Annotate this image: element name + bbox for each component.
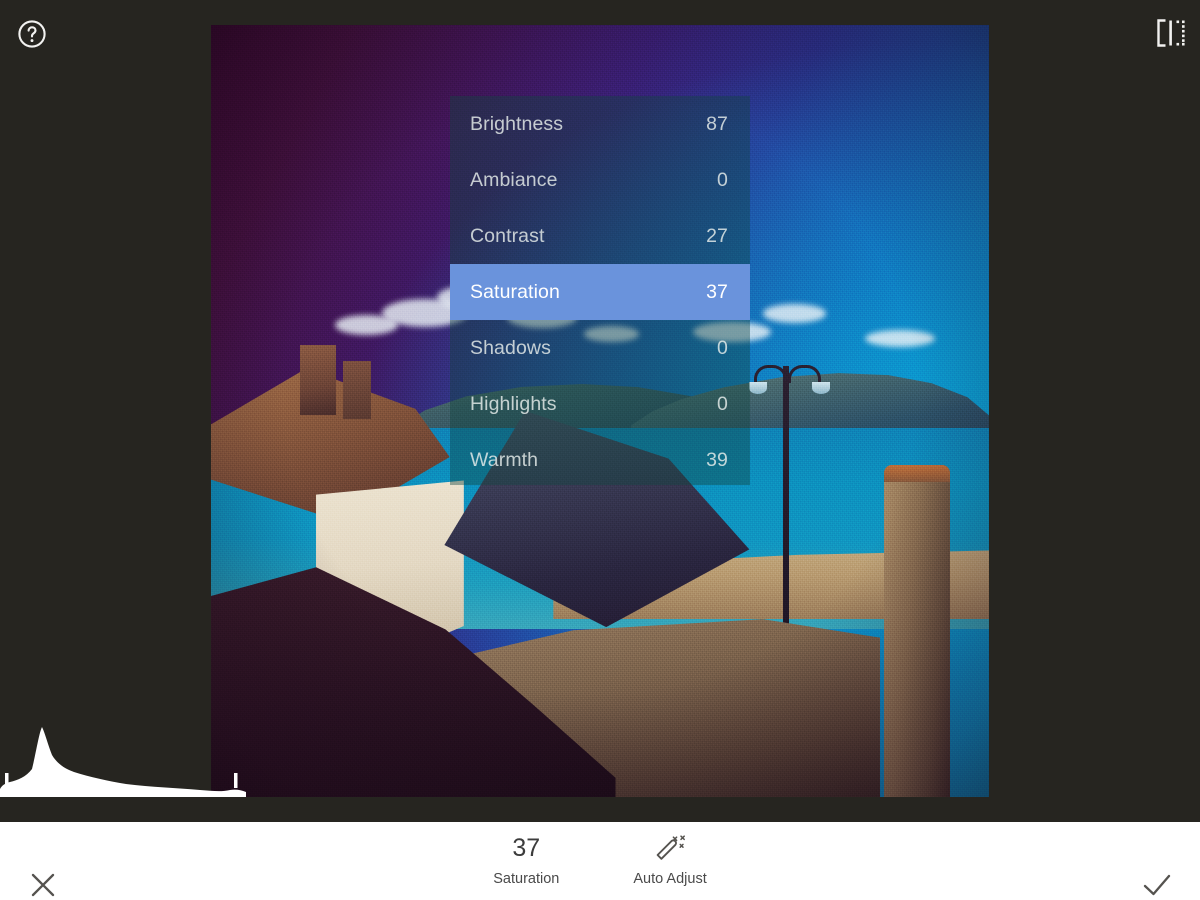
adjustment-label: Ambiance [470, 168, 558, 191]
adjustment-label: Contrast [470, 224, 545, 247]
adjustment-menu[interactable]: Brightness 87 Ambiance 0 Contrast 27 Saturatio… [450, 96, 750, 485]
adjustment-value: 37 [706, 280, 728, 303]
bottom-toolbar: 37 Saturation Auto Adjust [0, 822, 1200, 900]
bottom-center-group: 37 Saturation Auto Adjust [0, 822, 1200, 900]
adjustment-row-highlights[interactable]: Highlights 0 [450, 376, 750, 432]
magic-wand-icon-wrap [653, 835, 687, 861]
adjustment-row-contrast[interactable]: Contrast 27 [450, 208, 750, 264]
adjustment-label: Shadows [470, 336, 551, 359]
cloud [864, 329, 935, 347]
checkmark-icon [1143, 874, 1171, 896]
lamp-head-left [748, 381, 768, 394]
current-adjustment-readout[interactable]: 37 Saturation [493, 833, 560, 887]
adjustment-label: Saturation [470, 280, 560, 303]
adjustment-row-brightness[interactable]: Brightness 87 [450, 96, 750, 152]
lamp-arm-left [754, 364, 787, 384]
top-toolbar [0, 0, 1200, 70]
chimney [300, 345, 337, 415]
adjustment-value: 87 [706, 112, 728, 135]
magic-wand-icon [656, 835, 685, 860]
histogram [0, 705, 246, 797]
compare-before-after-icon [1157, 19, 1185, 47]
adjustment-label: Highlights [470, 392, 557, 415]
help-circle-icon [18, 20, 46, 48]
histogram-tick-left [5, 773, 9, 788]
adjustment-value: 0 [717, 336, 728, 359]
adjustment-value: 39 [706, 448, 728, 471]
cloud [335, 314, 398, 335]
adjustment-value: 27 [706, 224, 728, 247]
current-adjustment-value: 37 [512, 833, 541, 862]
stone-pillar-cap [883, 465, 951, 482]
auto-adjust-button[interactable]: Auto Adjust [633, 835, 707, 887]
adjustment-row-ambiance[interactable]: Ambiance 0 [450, 152, 750, 208]
cloud [763, 304, 826, 323]
lamp-head-right [811, 381, 831, 394]
auto-adjust-label: Auto Adjust [633, 870, 707, 887]
chimney [343, 360, 372, 419]
adjustment-label: Brightness [470, 112, 564, 135]
stone-pillar [883, 465, 951, 797]
adjustment-value: 0 [717, 168, 728, 191]
current-adjustment-label: Saturation [493, 870, 560, 887]
adjustment-value: 0 [717, 392, 728, 415]
adjustment-row-shadows[interactable]: Shadows 0 [450, 320, 750, 376]
adjustment-row-warmth[interactable]: Warmth 39 [450, 432, 750, 488]
compare-button[interactable] [1155, 18, 1187, 48]
photo-editor-screen: Brightness 87 Ambiance 0 Contrast 27 Saturatio… [0, 0, 1200, 900]
adjustment-row-saturation[interactable]: Saturation 37 [450, 264, 750, 320]
histogram-curve [0, 727, 246, 797]
help-button[interactable] [17, 19, 47, 49]
adjustment-label: Warmth [470, 448, 539, 471]
done-button[interactable] [1141, 870, 1173, 900]
lamp-arm-right [788, 364, 821, 384]
